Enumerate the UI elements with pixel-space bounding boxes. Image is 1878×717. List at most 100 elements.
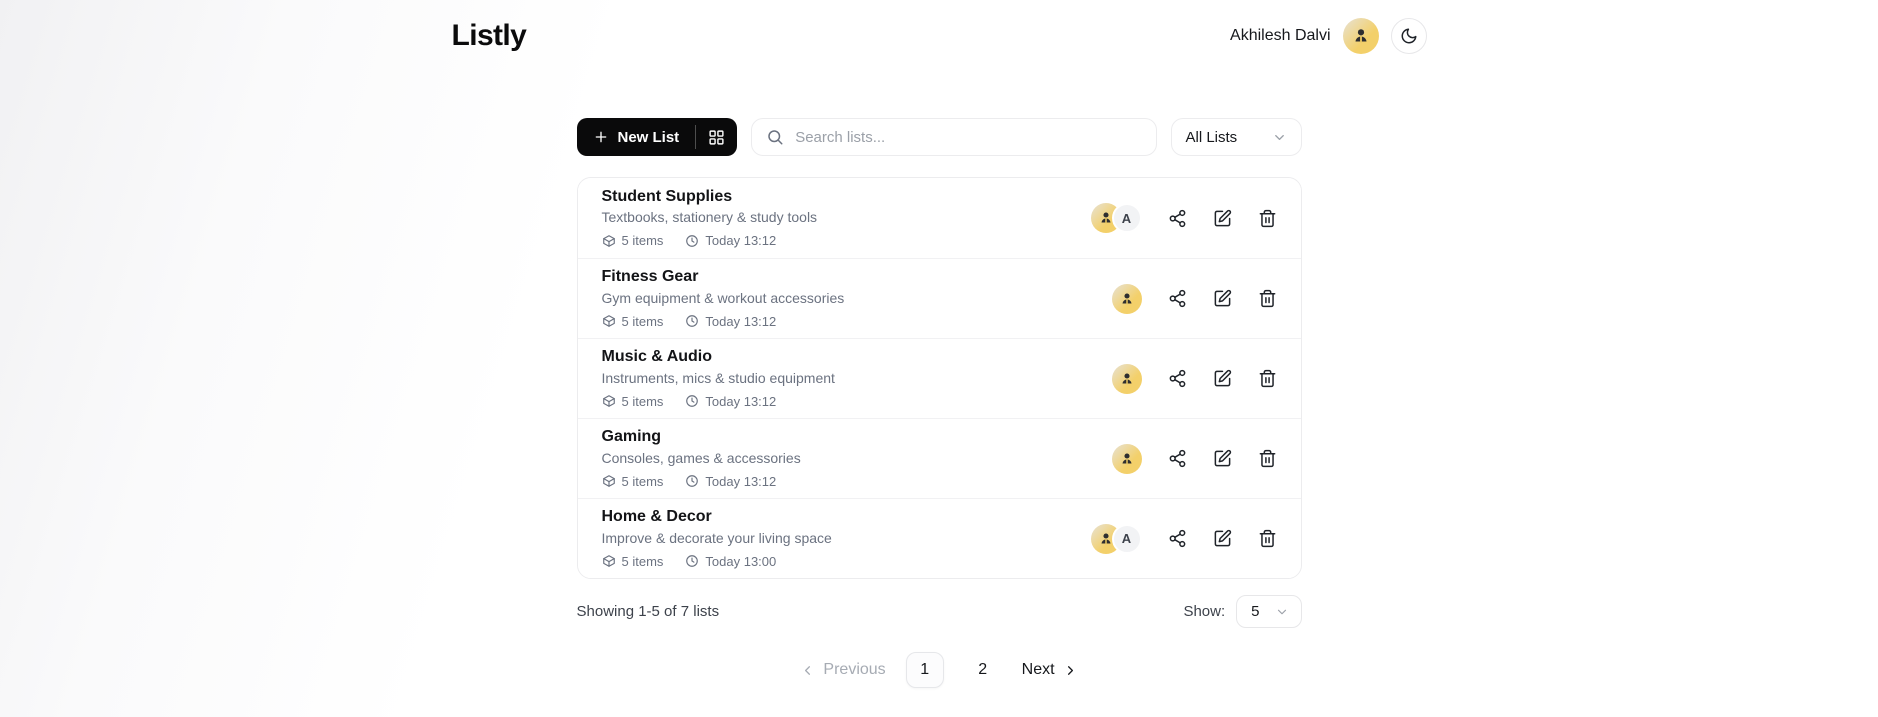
list-item-actions: A bbox=[1090, 524, 1277, 554]
package-icon bbox=[602, 394, 616, 408]
delete-button[interactable] bbox=[1258, 529, 1277, 548]
list-description: Instruments, mics & studio equipment bbox=[602, 370, 835, 387]
items-count-label: 5 items bbox=[622, 394, 664, 409]
edit-icon bbox=[1213, 209, 1232, 228]
list-title: Student Supplies bbox=[602, 188, 818, 206]
updated-time: Today 13:00 bbox=[685, 554, 776, 569]
updated-time-label: Today 13:12 bbox=[705, 394, 776, 409]
items-count: 5 items bbox=[602, 233, 664, 248]
list-item-actions bbox=[1090, 284, 1277, 314]
user-avatar[interactable] bbox=[1343, 18, 1379, 54]
search-icon bbox=[766, 128, 784, 146]
updated-time: Today 13:12 bbox=[685, 474, 776, 489]
list-description: Improve & decorate your living space bbox=[602, 530, 832, 547]
share-button[interactable] bbox=[1168, 369, 1187, 388]
list-description: Gym equipment & workout accessories bbox=[602, 290, 845, 307]
items-count-label: 5 items bbox=[622, 233, 664, 248]
share-button[interactable] bbox=[1168, 289, 1187, 308]
trash-icon bbox=[1258, 209, 1277, 228]
edit-button[interactable] bbox=[1213, 529, 1232, 548]
items-count: 5 items bbox=[602, 314, 664, 329]
list-item[interactable]: Gaming Consoles, games & accessories 5 i… bbox=[578, 418, 1301, 498]
pagination: Previous 1 2 Next bbox=[577, 652, 1302, 688]
updated-time: Today 13:12 bbox=[685, 394, 776, 409]
user-name: Akhilesh Dalvi bbox=[1230, 27, 1330, 45]
share-button[interactable] bbox=[1168, 449, 1187, 468]
list-meta: 5 items Today 13:12 bbox=[602, 394, 835, 409]
previous-label: Previous bbox=[823, 661, 885, 679]
edit-button[interactable] bbox=[1213, 369, 1232, 388]
page-button-1[interactable]: 1 bbox=[906, 652, 944, 688]
new-list-button[interactable]: New List bbox=[577, 118, 738, 156]
grid-view-button[interactable] bbox=[696, 118, 737, 156]
list-item[interactable]: Fitness Gear Gym equipment & workout acc… bbox=[578, 258, 1301, 338]
clock-icon bbox=[685, 554, 699, 568]
main-content: New List All Lists bbox=[577, 118, 1302, 688]
list-filter-dropdown[interactable]: All Lists bbox=[1171, 118, 1302, 156]
updated-time-label: Today 13:12 bbox=[705, 233, 776, 248]
delete-button[interactable] bbox=[1258, 449, 1277, 468]
items-count-label: 5 items bbox=[622, 314, 664, 329]
person-avatar-icon bbox=[1350, 25, 1372, 47]
delete-button[interactable] bbox=[1258, 289, 1277, 308]
list-item[interactable]: Music & Audio Instruments, mics & studio… bbox=[578, 338, 1301, 418]
list-item[interactable]: Student Supplies Textbooks, stationery &… bbox=[578, 178, 1301, 258]
delete-button[interactable] bbox=[1258, 209, 1277, 228]
list-item-info: Music & Audio Instruments, mics & studio… bbox=[602, 348, 835, 408]
collaborator-badge: A bbox=[1112, 524, 1142, 554]
share-button[interactable] bbox=[1168, 209, 1187, 228]
share-icon bbox=[1168, 449, 1187, 468]
avatar-stack: A bbox=[1090, 524, 1142, 554]
list-meta: 5 items Today 13:12 bbox=[602, 314, 845, 329]
new-list-label: New List bbox=[618, 129, 680, 146]
edit-button[interactable] bbox=[1213, 209, 1232, 228]
list-description: Textbooks, stationery & study tools bbox=[602, 209, 818, 226]
edit-button[interactable] bbox=[1213, 289, 1232, 308]
next-label: Next bbox=[1022, 661, 1055, 679]
list-meta: 5 items Today 13:12 bbox=[602, 233, 818, 248]
app-header: Listly Akhilesh Dalvi bbox=[452, 0, 1427, 60]
list-title: Fitness Gear bbox=[602, 268, 845, 286]
clock-icon bbox=[685, 314, 699, 328]
search-input[interactable] bbox=[795, 129, 1141, 146]
next-page-button[interactable]: Next bbox=[1022, 661, 1078, 679]
list-description: Consoles, games & accessories bbox=[602, 450, 801, 467]
delete-button[interactable] bbox=[1258, 369, 1277, 388]
items-count-label: 5 items bbox=[622, 554, 664, 569]
list-item-actions bbox=[1090, 364, 1277, 394]
list-item[interactable]: Home & Decor Improve & decorate your liv… bbox=[578, 498, 1301, 578]
list-item-actions: A bbox=[1090, 203, 1277, 233]
show-label: Show: bbox=[1183, 603, 1225, 620]
previous-page-button[interactable]: Previous bbox=[800, 661, 885, 679]
edit-icon bbox=[1213, 449, 1232, 468]
page-button-2[interactable]: 2 bbox=[964, 652, 1002, 688]
list-item-info: Fitness Gear Gym equipment & workout acc… bbox=[602, 268, 845, 328]
person-avatar-icon bbox=[1118, 450, 1136, 468]
trash-icon bbox=[1258, 449, 1277, 468]
edit-button[interactable] bbox=[1213, 449, 1232, 468]
items-count: 5 items bbox=[602, 474, 664, 489]
share-icon bbox=[1168, 529, 1187, 548]
page-size-value: 5 bbox=[1251, 603, 1259, 620]
items-count-label: 5 items bbox=[622, 474, 664, 489]
search-box bbox=[751, 118, 1156, 156]
avatar-stack bbox=[1090, 444, 1142, 474]
updated-time: Today 13:12 bbox=[685, 314, 776, 329]
share-button[interactable] bbox=[1168, 529, 1187, 548]
layout-grid-icon bbox=[708, 129, 725, 146]
owner-avatar bbox=[1112, 364, 1142, 394]
page-size-dropdown[interactable]: 5 bbox=[1236, 595, 1301, 628]
items-count: 5 items bbox=[602, 554, 664, 569]
theme-toggle-button[interactable] bbox=[1391, 18, 1427, 54]
list-meta: 5 items Today 13:12 bbox=[602, 474, 801, 489]
package-icon bbox=[602, 234, 616, 248]
updated-time-label: Today 13:12 bbox=[705, 474, 776, 489]
plus-icon bbox=[593, 129, 609, 145]
chevron-right-icon bbox=[1063, 663, 1078, 678]
lists-container: Student Supplies Textbooks, stationery &… bbox=[577, 177, 1302, 579]
list-meta: 5 items Today 13:00 bbox=[602, 554, 832, 569]
edit-icon bbox=[1213, 289, 1232, 308]
list-footer: Showing 1-5 of 7 lists Show: 5 bbox=[577, 595, 1302, 628]
updated-time-label: Today 13:12 bbox=[705, 314, 776, 329]
package-icon bbox=[602, 554, 616, 568]
